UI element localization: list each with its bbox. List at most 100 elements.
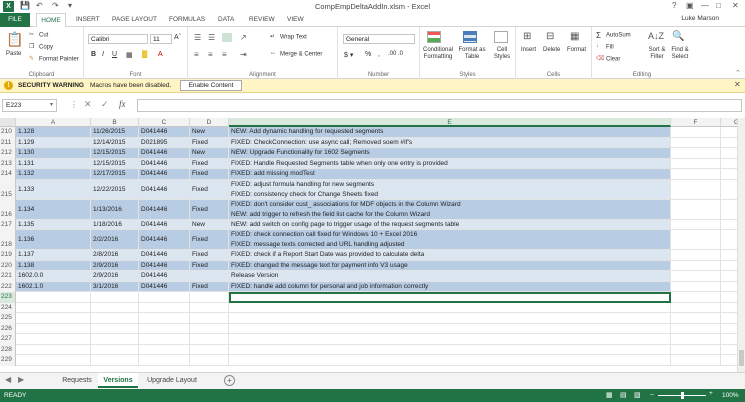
vertical-scrollbar[interactable] [737, 118, 745, 372]
column-header-c[interactable]: C [139, 118, 190, 127]
zoom-out-icon[interactable]: – [650, 391, 654, 398]
column-header-b[interactable]: B [91, 118, 139, 127]
delete-button[interactable]: Delete [543, 47, 560, 53]
cancel-formula-icon[interactable]: ✕ [84, 99, 92, 110]
cell-c[interactable]: D041446 [139, 219, 190, 230]
row-header[interactable]: 210 [0, 127, 16, 138]
cell-e[interactable]: FIXED: Handle Requested Segments table w… [229, 158, 671, 169]
column-header-d[interactable]: D [190, 118, 229, 127]
cell-f[interactable] [671, 179, 721, 200]
zoom-level[interactable]: 100% [722, 392, 739, 399]
close-warning-icon[interactable]: ✕ [734, 80, 741, 89]
cell-b[interactable] [91, 292, 139, 303]
cell-g[interactable] [721, 169, 737, 180]
font-color-icon[interactable]: A [158, 51, 163, 58]
format-button[interactable]: Format [567, 47, 586, 53]
column-header-e[interactable]: E [229, 118, 671, 127]
number-format-select[interactable]: General [343, 34, 415, 44]
cell-c[interactable]: D041446 [139, 158, 190, 169]
cell-d[interactable]: Fixed [190, 260, 229, 271]
cell-b[interactable] [91, 334, 139, 345]
name-box-dropdown-icon[interactable]: ▾ [50, 101, 53, 108]
underline-button[interactable]: U [112, 51, 117, 58]
cell-a[interactable]: 1.131 [16, 158, 91, 169]
prev-sheet-icon[interactable]: ◀ [5, 375, 11, 384]
sort-filter-button[interactable]: Sort & Filter [646, 47, 668, 61]
cell-a[interactable]: 1.129 [16, 137, 91, 148]
cell-g[interactable] [721, 271, 737, 282]
normal-view-icon[interactable]: ▦ [606, 391, 613, 399]
cell-b[interactable]: 1/13/2016 [91, 199, 139, 220]
select-all-corner[interactable] [0, 118, 16, 127]
cell-e[interactable] [229, 302, 671, 313]
comma-icon[interactable]: , [378, 51, 380, 58]
cell-c[interactable]: D041446 [139, 127, 190, 138]
cell-e[interactable] [229, 323, 671, 334]
cell-c[interactable] [139, 323, 190, 334]
indent-icon[interactable]: ⇥ [240, 50, 247, 59]
cell-g[interactable] [721, 303, 737, 313]
row-header[interactable]: 211 [0, 137, 16, 148]
collapse-ribbon-icon[interactable]: ⌃ [735, 69, 741, 77]
cell-d[interactable] [190, 313, 229, 324]
cell-c[interactable]: D041446 [139, 179, 190, 200]
page-layout-view-icon[interactable]: ▤ [620, 391, 627, 399]
cell-f[interactable] [671, 169, 721, 180]
cell-d[interactable]: Fixed [190, 199, 229, 220]
tab-page-layout[interactable]: PAGE LAYOUT [112, 13, 157, 27]
tab-formulas[interactable]: FORMULAS [169, 13, 205, 27]
cell-f[interactable] [671, 355, 721, 366]
cell-d[interactable]: Fixed [190, 230, 229, 250]
column-header-f[interactable]: F [671, 118, 721, 127]
cell-a[interactable] [16, 344, 91, 355]
cell-c[interactable] [139, 334, 190, 345]
add-sheet-icon[interactable]: + [224, 375, 235, 386]
cell-f[interactable] [671, 334, 721, 345]
cell-g[interactable] [721, 313, 737, 324]
cell-f[interactable] [671, 292, 721, 303]
format-as-table-button[interactable]: Format as Table [457, 47, 487, 61]
cell-g[interactable] [721, 180, 737, 200]
cell-c[interactable]: D041446 [139, 250, 190, 261]
cell-a[interactable]: 1602.1.0 [16, 281, 91, 292]
cell-d[interactable]: Fixed [190, 179, 229, 200]
row-header[interactable]: 225 [0, 313, 16, 324]
cell-f[interactable] [671, 137, 721, 148]
cell-c[interactable]: D041446 [139, 260, 190, 271]
cell-e[interactable]: NEW: Add dynamic handling for requested … [229, 127, 671, 138]
close-icon[interactable]: ✕ [732, 1, 739, 10]
row-header[interactable]: 223 [0, 292, 16, 303]
cell-e[interactable] [229, 355, 671, 366]
cell-e[interactable]: FIXED: check connection call fixed for W… [229, 230, 671, 250]
cell-g[interactable] [721, 324, 737, 334]
cell-a[interactable] [16, 313, 91, 324]
cell-d[interactable]: New [190, 219, 229, 230]
decimal-icon[interactable]: .00 .0 [388, 51, 403, 57]
zoom-slider-thumb[interactable] [681, 392, 684, 399]
cell-b[interactable] [91, 323, 139, 334]
cell-f[interactable] [671, 219, 721, 230]
column-header-a[interactable]: A [16, 118, 91, 127]
cell-e[interactable]: FIXED: don't consider cust_ associations… [229, 199, 671, 220]
row-header[interactable]: 214 [0, 169, 16, 180]
cell-a[interactable]: 1.132 [16, 169, 91, 180]
row-header[interactable]: 229 [0, 355, 16, 366]
cell-c[interactable] [139, 313, 190, 324]
enter-formula-icon[interactable]: ✓ [101, 99, 109, 110]
cell-d[interactable] [190, 302, 229, 313]
cell-d[interactable]: Fixed [190, 137, 229, 148]
cell-f[interactable] [671, 344, 721, 355]
cell-d[interactable] [190, 355, 229, 366]
row-header[interactable]: 218 [0, 230, 16, 250]
cell-a[interactable]: 1.137 [16, 250, 91, 261]
cell-e[interactable] [229, 313, 671, 324]
name-box[interactable]: E223 [2, 99, 57, 112]
page-break-view-icon[interactable]: ▧ [634, 391, 641, 399]
enable-content-button[interactable]: Enable Content [180, 80, 242, 91]
merge-center-button[interactable]: ↔ Merge & Center [270, 50, 322, 58]
cell-f[interactable] [671, 281, 721, 292]
cell-f[interactable] [671, 250, 721, 261]
cell-a[interactable]: 1.134 [16, 199, 91, 220]
row-header[interactable]: 220 [0, 260, 16, 271]
percent-icon[interactable]: % [365, 51, 371, 58]
